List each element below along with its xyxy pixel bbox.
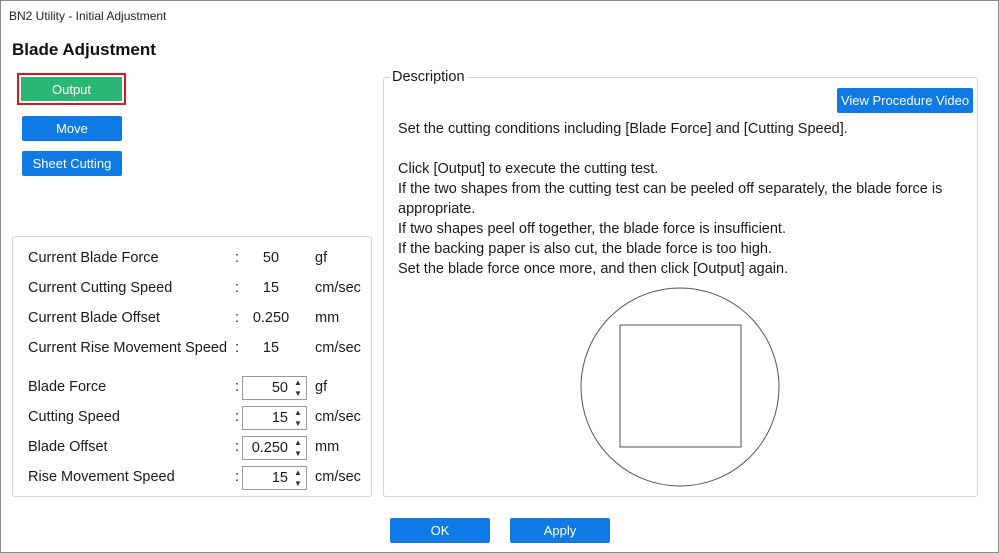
blade-force-spinbox: ▲ ▼ bbox=[242, 376, 307, 400]
current-cutting-speed-label: Current Cutting Speed bbox=[28, 280, 173, 296]
decrement-icon[interactable]: ▼ bbox=[294, 479, 302, 488]
decrement-icon[interactable]: ▼ bbox=[294, 419, 302, 428]
colon: : bbox=[235, 469, 240, 485]
current-blade-force-value: 50 bbox=[262, 250, 280, 266]
blade-force-unit: gf bbox=[315, 379, 328, 395]
blade-offset-input[interactable] bbox=[243, 437, 291, 459]
current-blade-force-row: Current Blade Force : 50 gf bbox=[13, 247, 373, 271]
description-line: If two shapes peel off together, the bla… bbox=[398, 221, 786, 237]
current-blade-offset-row: Current Blade Offset : 0.250 mm bbox=[13, 307, 373, 331]
view-procedure-video-button[interactable]: View Procedure Video bbox=[837, 88, 973, 113]
blade-offset-spinbox: ▲ ▼ bbox=[242, 436, 307, 460]
colon: : bbox=[235, 250, 240, 266]
ok-button[interactable]: OK bbox=[390, 518, 490, 543]
blade-offset-label: Blade Offset bbox=[28, 439, 108, 455]
colon: : bbox=[235, 379, 240, 395]
rise-speed-row: Rise Movement Speed : ▲ ▼ cm/sec bbox=[13, 466, 373, 490]
current-blade-offset-value: 0.250 bbox=[252, 310, 290, 326]
current-blade-force-label: Current Blade Force bbox=[28, 250, 159, 266]
description-line: If the two shapes from the cutting test … bbox=[398, 181, 943, 217]
colon: : bbox=[235, 310, 240, 326]
current-cutting-speed-value: 15 bbox=[262, 280, 280, 296]
increment-icon[interactable]: ▲ bbox=[294, 408, 302, 417]
current-blade-offset-unit: mm bbox=[315, 310, 340, 326]
description-line: Set the blade force once more, and then … bbox=[398, 261, 789, 277]
current-rise-speed-row: Current Rise Movement Speed : 15 cm/sec bbox=[13, 337, 373, 361]
current-cutting-speed-row: Current Cutting Speed : 15 cm/sec bbox=[13, 277, 373, 301]
description-line: Click [Output] to execute the cutting te… bbox=[398, 161, 659, 177]
description-legend: Description bbox=[390, 69, 467, 85]
blade-force-row: Blade Force : ▲ ▼ gf bbox=[13, 376, 373, 400]
rise-speed-input[interactable] bbox=[243, 467, 291, 489]
current-blade-force-unit: gf bbox=[315, 250, 328, 266]
colon: : bbox=[235, 280, 240, 296]
cutting-values-panel: Current Blade Force : 50 gf Current Cutt… bbox=[12, 236, 372, 497]
blade-offset-row: Blade Offset : ▲ ▼ mm bbox=[13, 436, 373, 460]
window-title: BN2 Utility - Initial Adjustment bbox=[9, 9, 167, 23]
output-button[interactable]: Output bbox=[21, 77, 122, 101]
increment-icon[interactable]: ▲ bbox=[294, 378, 302, 387]
current-rise-speed-unit: cm/sec bbox=[315, 340, 361, 356]
cutting-speed-spinbox: ▲ ▼ bbox=[242, 406, 307, 430]
description-line: Set the cutting conditions including [Bl… bbox=[398, 121, 848, 137]
increment-icon[interactable]: ▲ bbox=[294, 468, 302, 477]
description-text: Set the cutting conditions including [Bl… bbox=[398, 119, 973, 279]
blade-force-label: Blade Force bbox=[28, 379, 107, 395]
blade-force-input[interactable] bbox=[243, 377, 291, 399]
output-button-highlight: Output bbox=[17, 73, 126, 105]
current-rise-speed-value: 15 bbox=[262, 340, 280, 356]
cutting-speed-row: Cutting Speed : ▲ ▼ cm/sec bbox=[13, 406, 373, 430]
test-square-shape bbox=[619, 324, 742, 448]
cutting-speed-label: Cutting Speed bbox=[28, 409, 120, 425]
current-blade-offset-label: Current Blade Offset bbox=[28, 310, 160, 326]
colon: : bbox=[235, 340, 240, 356]
rise-speed-unit: cm/sec bbox=[315, 469, 361, 485]
rise-speed-spinbox: ▲ ▼ bbox=[242, 466, 307, 490]
decrement-icon[interactable]: ▼ bbox=[294, 389, 302, 398]
increment-icon[interactable]: ▲ bbox=[294, 438, 302, 447]
sheet-cutting-button[interactable]: Sheet Cutting bbox=[22, 151, 122, 176]
test-circle-shape bbox=[580, 287, 780, 487]
colon: : bbox=[235, 409, 240, 425]
description-line: If the backing paper is also cut, the bl… bbox=[398, 241, 773, 257]
colon: : bbox=[235, 439, 240, 455]
move-button[interactable]: Move bbox=[22, 116, 122, 141]
blade-offset-unit: mm bbox=[315, 439, 340, 455]
decrement-icon[interactable]: ▼ bbox=[294, 449, 302, 458]
cutting-test-diagram bbox=[580, 287, 780, 487]
app-window: BN2 Utility - Initial Adjustment Blade A… bbox=[0, 0, 999, 553]
apply-button[interactable]: Apply bbox=[510, 518, 610, 543]
rise-speed-label: Rise Movement Speed bbox=[28, 469, 175, 485]
current-rise-speed-label: Current Rise Movement Speed bbox=[28, 340, 228, 356]
cutting-speed-unit: cm/sec bbox=[315, 409, 361, 425]
current-cutting-speed-unit: cm/sec bbox=[315, 280, 361, 296]
cutting-speed-input[interactable] bbox=[243, 407, 291, 429]
page-title: Blade Adjustment bbox=[12, 40, 156, 59]
